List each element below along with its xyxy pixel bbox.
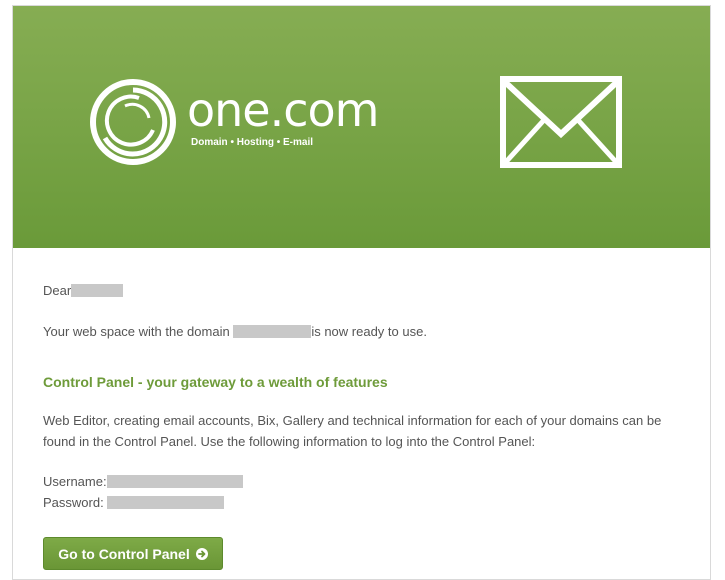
redacted-username — [106, 475, 243, 488]
redacted-password — [107, 496, 225, 509]
brand-tagline: Domain • Hosting • E-mail — [191, 137, 314, 148]
brand-name: one.com — [187, 83, 379, 137]
redacted-customer-name — [71, 284, 124, 297]
swirl-logo-icon — [90, 79, 176, 165]
brand-logo: one.com Domain • Hosting • E-mail — [87, 76, 417, 166]
control-panel-heading: Control Panel - your gateway to a wealth… — [43, 374, 388, 390]
arrow-right-glyph-icon — [197, 550, 206, 557]
go-to-control-panel-label: Go to Control Panel — [58, 545, 190, 562]
password-label: Password: — [43, 495, 104, 510]
domain-ready-message: Your web space with the domain is now re… — [43, 324, 427, 339]
go-to-control-panel-button[interactable]: Go to Control Panel — [43, 537, 223, 570]
envelope-icon — [500, 76, 622, 168]
arrow-right-circle-icon — [195, 547, 208, 560]
greeting-line: Dear — [43, 283, 124, 298]
domain-ready-text-before: Your web space with the domain — [43, 324, 230, 339]
password-row: Password: — [43, 495, 225, 510]
domain-ready-text-after: is now ready to use. — [311, 324, 427, 339]
username-row: Username: — [43, 474, 243, 489]
greeting-salutation: Dear — [43, 283, 72, 298]
control-panel-description: Web Editor, creating email accounts, Bix… — [43, 413, 662, 449]
username-label: Username: — [43, 474, 107, 489]
email-frame: one.com Domain • Hosting • E-mail Dear Y… — [12, 5, 711, 580]
redacted-domain-name — [233, 325, 312, 338]
email-header-banner: one.com Domain • Hosting • E-mail — [13, 6, 710, 248]
